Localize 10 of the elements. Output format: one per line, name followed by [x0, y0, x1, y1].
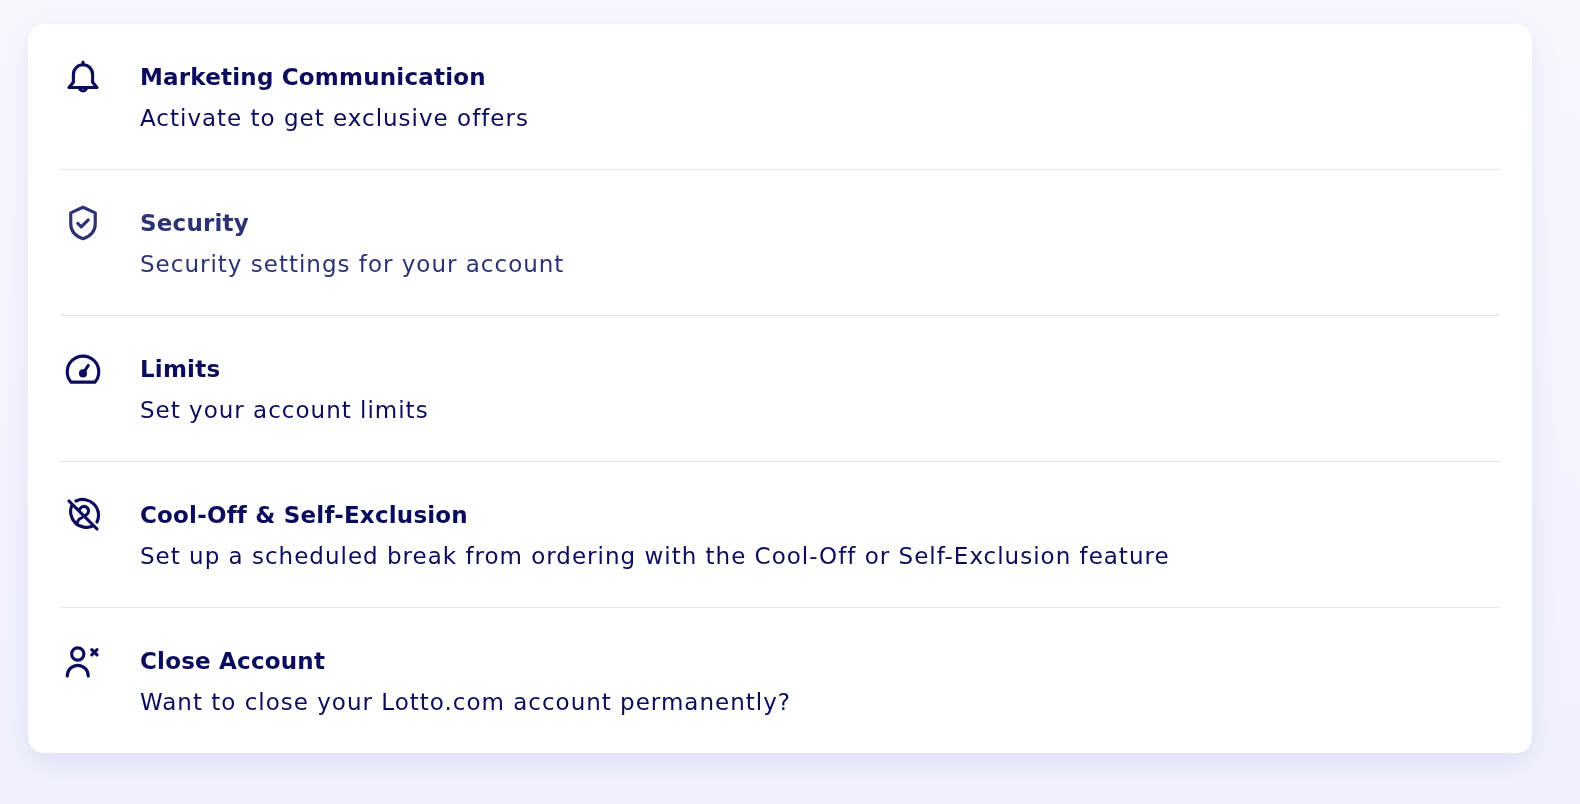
- menu-item-description: Set your account limits: [140, 396, 429, 425]
- menu-item-title[interactable]: Close Account: [140, 643, 326, 679]
- menu-item-description: Activate to get exclusive offers: [140, 104, 529, 133]
- menu-item-title[interactable]: Security: [140, 205, 249, 241]
- menu-item-description: Set up a scheduled break from ordering with the Cool-Off or Self-Exclusion feature: [140, 542, 1170, 571]
- menu-item-description: Want to close your Lotto.com account permanently?: [140, 688, 791, 717]
- menu-item-title[interactable]: Cool-Off & Self-Exclusion: [140, 497, 468, 533]
- menu-item-title[interactable]: Marketing Communication: [140, 59, 486, 95]
- menu-item-title[interactable]: Limits: [140, 351, 221, 387]
- menu-item-description: Security settings for your account: [140, 250, 565, 279]
